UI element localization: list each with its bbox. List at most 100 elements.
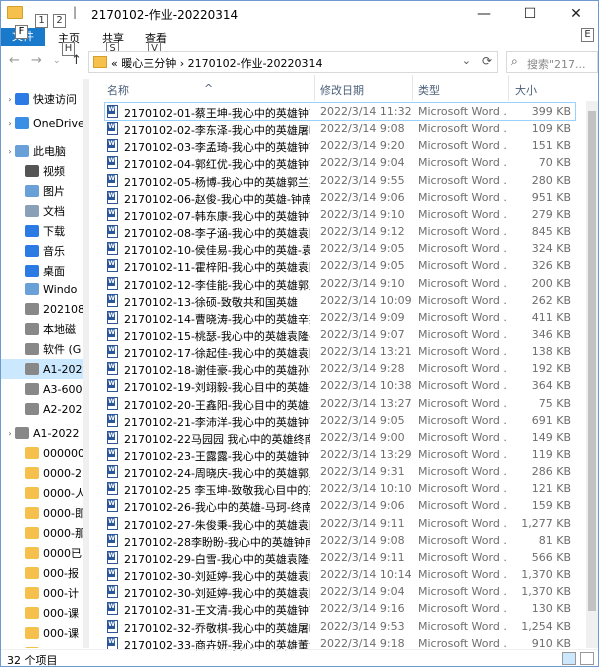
sidebar-item[interactable]: 000-计: [1, 583, 83, 603]
sidebar-item[interactable]: A3-600: [1, 379, 83, 399]
column-type[interactable]: 类型: [418, 82, 440, 98]
address-dropdown[interactable]: ⌄: [462, 54, 471, 67]
sidebar-item[interactable]: 软件 (G: [1, 339, 83, 359]
table-row[interactable]: 2170102-29-白雪-我心中的英雄袁隆平 2022/3/14 9:11 Mic…: [105, 549, 575, 566]
sidebar-item[interactable]: › 快速访问: [1, 89, 83, 109]
sidebar-item[interactable]: 000-课: [1, 603, 83, 623]
back-button[interactable]: ←: [9, 53, 20, 68]
sidebar-item[interactable]: 文档: [1, 201, 83, 221]
column-divider[interactable]: [412, 75, 413, 101]
table-row[interactable]: 2170102-15-桃瑟-我心中的英雄袁隆平 2022/3/14 9:07 Mic…: [105, 326, 575, 343]
file-name: 2170102-15-桃瑟-我心中的英雄袁隆平: [124, 329, 310, 343]
expand-chevron-icon[interactable]: ›: [5, 95, 15, 104]
breadcrumb[interactable]: « 暖心三分钟 › 2170102-作业-20220314: [111, 55, 323, 71]
table-row[interactable]: 2170102-12-李佳能-我心中的英雄郭兰英 2022/3/14 9:10 Mi…: [105, 275, 575, 292]
table-row[interactable]: 2170102-07-韩东康-我心中的英雄钟南山 2022/3/14 9:10 Mi…: [105, 206, 575, 223]
table-row[interactable]: 2170102-22马园园 我心中的英雄终南山 2022/3/14 9:00 Mic…: [105, 429, 575, 446]
sidebar-item[interactable]: A1-202: [1, 359, 83, 379]
word-document-icon: [107, 430, 118, 444]
sidebar-item[interactable]: 000-报: [1, 563, 83, 583]
table-row[interactable]: 2170102-24-周晓庆-我心中的英雄郭兰英 2022/3/14 9:31 Mi…: [105, 463, 575, 480]
column-date[interactable]: 修改日期: [320, 82, 364, 98]
sidebar-item[interactable]: 下载: [1, 221, 83, 241]
table-row[interactable]: 2170102-17-徐起佳-我心中的英雄袁隆平 2022/3/14 13:21 M…: [105, 343, 575, 360]
table-row[interactable]: 2170102-23-王露露-我心中的英雄钟南山 2022/3/14 13:29 M…: [105, 446, 575, 463]
column-divider[interactable]: [508, 75, 509, 101]
content-scrollbar[interactable]: [586, 101, 598, 648]
forward-button[interactable]: →: [31, 53, 42, 68]
sidebar-item[interactable]: 本地磁: [1, 319, 83, 339]
quick-access-key-1[interactable]: 1: [35, 14, 48, 28]
table-row[interactable]: 2170102-27-朱俊秉-我心中的英雄袁隆平 2022/3/14 9:11 Mi…: [105, 515, 575, 532]
sidebar-item[interactable]: › A1-2022: [1, 423, 83, 443]
sidebar-item[interactable]: 桌面: [1, 261, 83, 281]
sidebar-item-label: 桌面: [43, 265, 65, 278]
column-divider[interactable]: [314, 75, 315, 101]
table-row[interactable]: 2170102-30-刘延婷-我心中的英雄袁隆平 2022/3/14 9:04 Mi…: [105, 583, 575, 600]
table-row[interactable]: 2170102-19-刘翊毅-我心目中的英雄岳飞 2022/3/14 10:38 M…: [105, 377, 575, 394]
refresh-button[interactable]: ⟳: [482, 54, 492, 68]
table-row[interactable]: 2170102-21-李沛洋-我心中的英雄钟南山 2022/3/14 9:05 Mi…: [105, 412, 575, 429]
sidebar-item[interactable]: › 此电脑: [1, 141, 83, 161]
tab-file[interactable]: 文件 F: [1, 25, 45, 46]
sidebar-item[interactable]: 000-服: [1, 643, 83, 648]
sidebar-item[interactable]: Windo: [1, 279, 83, 299]
search-input[interactable]: ⌕ 搜索"217...: [506, 51, 598, 73]
large-icons-view-icon[interactable]: [580, 652, 594, 665]
expand-chevron-icon[interactable]: ›: [5, 119, 15, 128]
table-row[interactable]: 2170102-08-李子涵-我心中的英雄袁隆平 2022/3/14 9:12 Mi…: [105, 223, 575, 240]
table-row[interactable]: 2170102-06-赵俊-我心中的英雄-钟南山 2022/3/14 9:06 Mi…: [105, 189, 575, 206]
table-row[interactable]: 2170102-25 李玉坤-致敬我心目中的英雄... 2022/3/14 10:…: [105, 480, 575, 497]
nav-scrollbar[interactable]: [83, 79, 89, 648]
sidebar-item[interactable]: › OneDrive: [1, 113, 83, 133]
maximize-button[interactable]: ☐: [507, 1, 553, 27]
sidebar-item[interactable]: 202108: [1, 299, 83, 319]
table-row[interactable]: 2170102-13-徐硕-致敬共和国英雄 2022/3/14 10:09 Micr…: [105, 292, 575, 309]
recent-locations-chevron-icon[interactable]: ⌄: [53, 56, 61, 66]
folder-icon: [7, 6, 23, 19]
table-row[interactable]: 2170102-03-李孟琦-我心中的英雄钟南山 2022/3/14 9:20 Mi…: [105, 137, 575, 154]
column-size[interactable]: 大小: [515, 82, 537, 98]
sidebar-item[interactable]: 0000-即: [1, 503, 83, 523]
table-row[interactable]: 2170102-10-侯佳易-我心中的英雄-袁隆平 2022/3/14 9:05 M…: [105, 240, 575, 257]
close-button[interactable]: ✕: [553, 1, 598, 27]
sidebar-item[interactable]: 000-课: [1, 623, 83, 643]
table-row[interactable]: 2170102-30-刘延婷-我心中的英雄袁隆平 2022/3/14 10:14 M…: [105, 566, 575, 583]
word-document-icon: [107, 465, 118, 479]
file-date: 2022/3/14 9:08: [320, 533, 405, 547]
table-row[interactable]: 2170102-05-杨博-我心中的英雄郭兰英(1) 2022/3/14 9:55…: [105, 172, 575, 189]
table-row[interactable]: 2170102-11-霍梓阳-我心中的英雄袁隆平 2022/3/14 9:05 Mi…: [105, 257, 575, 274]
table-row[interactable]: 2170102-26-我心中的英雄-马珂-终南山 2022/3/14 9:06 Mi…: [105, 497, 575, 514]
expand-chevron-icon[interactable]: ›: [5, 429, 15, 438]
table-row[interactable]: 2170102-32-乔敬棋-我心中的英雄屠呦呦 2022/3/14 9:53 Mi…: [105, 618, 575, 635]
sidebar-item[interactable]: 音乐: [1, 241, 83, 261]
up-button[interactable]: ↑: [71, 53, 82, 68]
table-row[interactable]: 2170102-18-谢佳豪-我心中的英雄孙家栋 2022/3/14 9:28 Mi…: [105, 360, 575, 377]
table-row[interactable]: 2170102-31-王文清-我心中的英雄钟南山 2022/3/14 9:16 Mi…: [105, 600, 575, 617]
file-name: 2170102-26-我心中的英雄-马珂-终南山: [124, 501, 310, 515]
address-bar[interactable]: « 暖心三分钟 › 2170102-作业-20220314 ⌄ ⟳: [88, 51, 498, 73]
sidebar-item[interactable]: 0000已: [1, 543, 83, 563]
quick-access-key-2[interactable]: 2: [53, 14, 66, 28]
sidebar-item[interactable]: 0000-那: [1, 523, 83, 543]
table-row[interactable]: 2170102-14-曹晓涛-我心中的英雄辛弃疾 2022/3/14 9:09 Mi…: [105, 309, 575, 326]
table-row[interactable]: 2170102-04-郭红优-我心中的英雄钟南山 2022/3/14 9:04 Mi…: [105, 154, 575, 171]
sidebar-item[interactable]: 视频: [1, 161, 83, 181]
sidebar-item[interactable]: 0000-人: [1, 483, 83, 503]
table-row[interactable]: 2170102-20-王鑫阳-我心目中的英雄袁隆... 2022/3/14 13:…: [105, 395, 575, 412]
scrollbar-thumb[interactable]: [588, 111, 596, 611]
column-name[interactable]: 名称: [107, 82, 129, 98]
table-row[interactable]: 2170102-02-李东泽-我心中的英雄屠呦呦 2022/3/14 9:08 Mi…: [105, 120, 575, 137]
folder-icon: [25, 467, 39, 479]
sidebar-item[interactable]: 000000: [1, 443, 83, 463]
minimize-button[interactable]: —: [461, 1, 507, 27]
help-key[interactable]: E: [581, 28, 594, 42]
table-row[interactable]: 2170102-01-蔡王坤-我心中的英雄钟南山 2022/3/14 11:32 M…: [104, 102, 576, 121]
details-view-icon[interactable]: [562, 652, 576, 665]
expand-chevron-icon[interactable]: ›: [5, 147, 15, 156]
sidebar-item[interactable]: 0000-2: [1, 463, 83, 483]
table-row[interactable]: 2170102-28李盼盼-我心中的英雄钟南山 2022/3/14 9:08 Mic…: [105, 532, 575, 549]
sidebar-item[interactable]: A2-202: [1, 399, 83, 419]
sidebar-item-label: 0000-人: [43, 487, 83, 500]
sidebar-item[interactable]: 图片: [1, 181, 83, 201]
